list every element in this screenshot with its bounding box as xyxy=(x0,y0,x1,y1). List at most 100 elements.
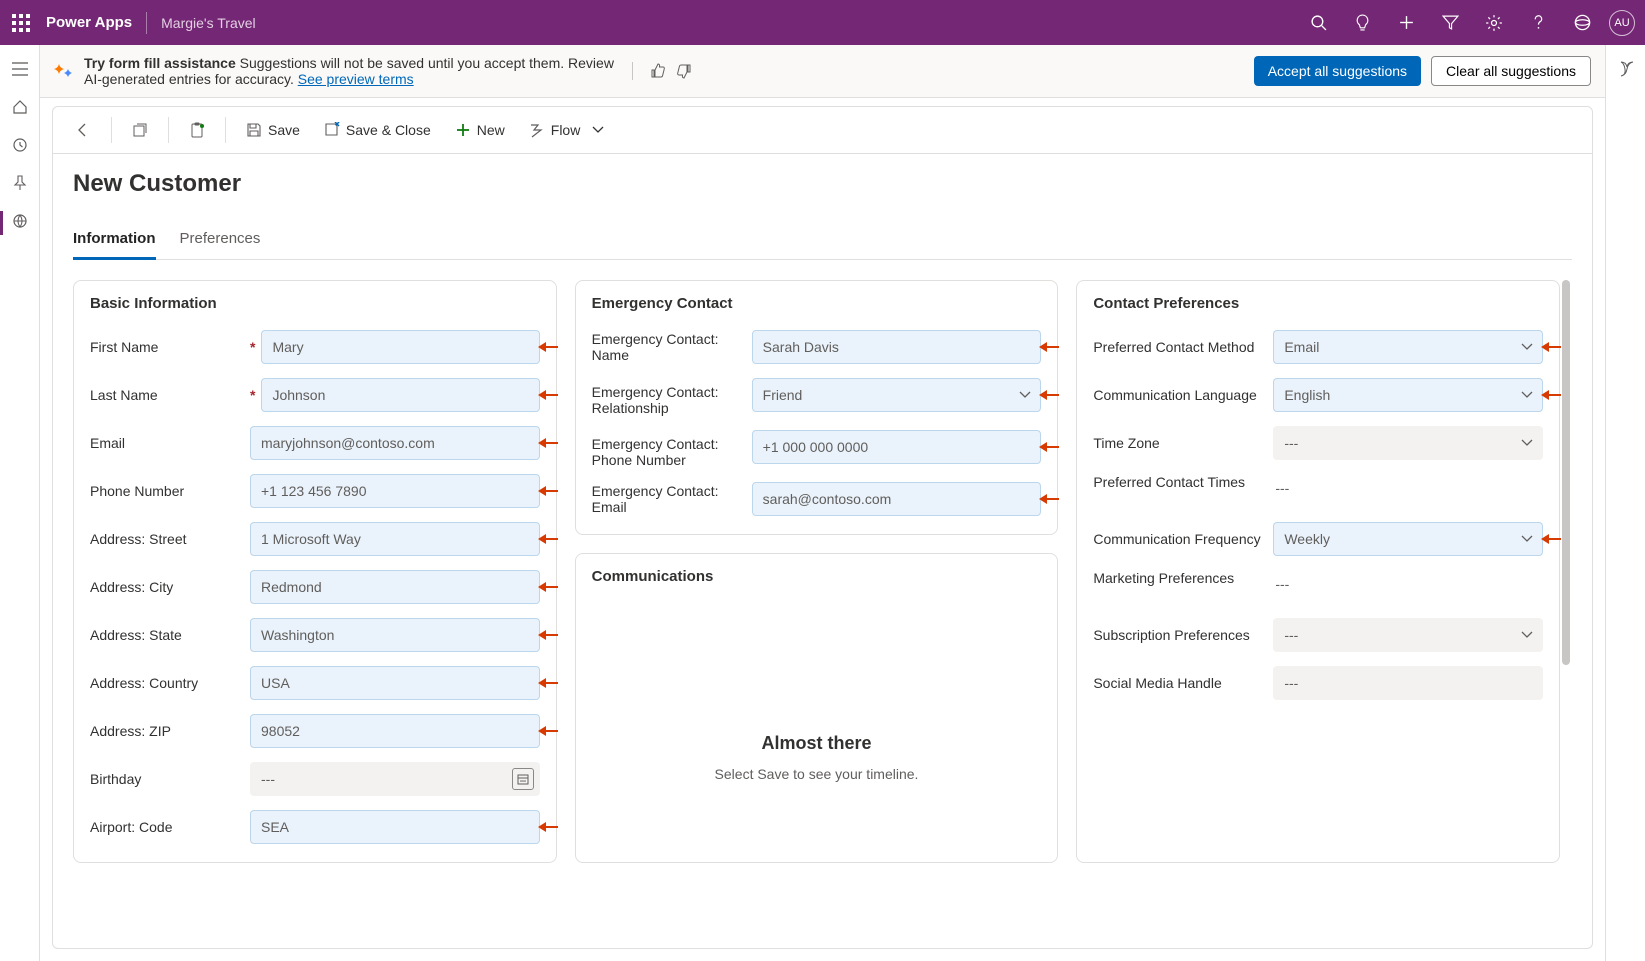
avatar[interactable]: AU xyxy=(1609,10,1635,36)
emergency-phone-input[interactable] xyxy=(752,430,1042,464)
tab-preferences[interactable]: Preferences xyxy=(180,224,261,259)
app-title: Power Apps xyxy=(46,14,132,31)
global-header: Power Apps Margie's Travel AU xyxy=(0,0,1645,45)
airport-code-input[interactable] xyxy=(250,810,540,844)
recent-icon[interactable] xyxy=(10,135,30,155)
field-label: Address: Street xyxy=(90,531,250,547)
time-zone-select[interactable] xyxy=(1273,426,1543,460)
left-nav-rail xyxy=(0,45,40,961)
preferred-contact-times-value: --- xyxy=(1273,474,1289,496)
open-record-set-button[interactable] xyxy=(122,116,158,144)
street-input[interactable] xyxy=(250,522,540,556)
home-icon[interactable] xyxy=(10,97,30,117)
social-media-handle-input[interactable] xyxy=(1273,666,1543,700)
help-icon[interactable] xyxy=(1521,6,1555,40)
save-button[interactable]: Save xyxy=(236,116,310,144)
birthday-input[interactable] xyxy=(250,762,540,796)
preview-terms-link[interactable]: See preview terms xyxy=(298,71,414,87)
thumbs-up-icon[interactable] xyxy=(647,60,669,82)
preferred-contact-method-select[interactable] xyxy=(1273,330,1543,364)
tab-information[interactable]: Information xyxy=(73,224,156,259)
section-title: Contact Preferences xyxy=(1093,295,1543,312)
field-label: Time Zone xyxy=(1093,435,1273,451)
zip-input[interactable] xyxy=(250,714,540,748)
command-bar: Save Save & Close New Flow xyxy=(52,106,1593,154)
country-input[interactable] xyxy=(250,666,540,700)
emergency-relationship-select[interactable] xyxy=(752,378,1042,412)
form-page: New Customer Information Preferences Bas… xyxy=(52,154,1593,949)
suggestion-arrow-icon xyxy=(1039,441,1059,453)
new-button[interactable]: New xyxy=(445,116,515,144)
subscription-preferences-select[interactable] xyxy=(1273,618,1543,652)
lightbulb-icon[interactable] xyxy=(1345,6,1379,40)
field-label: Email xyxy=(90,435,250,451)
field-label: Address: Country xyxy=(90,675,250,691)
scrollbar[interactable] xyxy=(1562,280,1570,665)
flow-button[interactable]: Flow xyxy=(519,116,615,144)
copilot-icon[interactable] xyxy=(1615,59,1637,81)
gear-icon[interactable] xyxy=(1477,6,1511,40)
field-label: Emergency Contact: Email xyxy=(592,483,752,515)
field-label: Communication Frequency xyxy=(1093,531,1273,547)
model-app-name[interactable]: Margie's Travel xyxy=(161,15,255,31)
first-name-input[interactable] xyxy=(261,330,539,364)
plus-icon[interactable] xyxy=(1389,6,1423,40)
required-marker: * xyxy=(250,339,255,355)
last-name-input[interactable] xyxy=(261,378,539,412)
section-title: Emergency Contact xyxy=(592,295,1042,312)
main-region: Try form fill assistance Suggestions wil… xyxy=(40,45,1605,961)
section-contact-preferences: Contact Preferences Preferred Contact Me… xyxy=(1076,280,1560,863)
info-bar-text: Try form fill assistance Suggestions wil… xyxy=(84,55,622,87)
emergency-email-input[interactable] xyxy=(752,482,1042,516)
app-launcher-icon[interactable] xyxy=(10,12,32,34)
hamburger-icon[interactable] xyxy=(10,59,30,79)
field-label: Preferred Contact Method xyxy=(1093,339,1273,355)
field-label: Birthday xyxy=(90,771,250,787)
field-label: Emergency Contact: Phone Number xyxy=(592,430,752,468)
section-title: Communications xyxy=(592,568,1042,585)
field-label: Communication Language xyxy=(1093,387,1273,403)
emergency-name-input[interactable] xyxy=(752,330,1042,364)
field-label: First Name xyxy=(90,339,250,355)
calendar-icon[interactable] xyxy=(512,768,534,790)
field-label: Airport: Code xyxy=(90,819,250,835)
clear-all-suggestions-button[interactable]: Clear all suggestions xyxy=(1431,56,1591,86)
suggestion-arrow-icon xyxy=(538,677,558,689)
state-input[interactable] xyxy=(250,618,540,652)
save-and-close-button[interactable]: Save & Close xyxy=(314,116,441,144)
paste-button[interactable] xyxy=(179,116,215,144)
copilot-sparkle-icon xyxy=(54,61,74,81)
communication-language-select[interactable] xyxy=(1273,378,1543,412)
email-input[interactable] xyxy=(250,426,540,460)
marketing-preferences-value: --- xyxy=(1273,570,1289,592)
suggestion-arrow-icon xyxy=(538,437,558,449)
suggestion-arrow-icon xyxy=(538,725,558,737)
field-label: Emergency Contact: Relationship xyxy=(592,378,752,416)
globe-icon[interactable] xyxy=(10,211,30,231)
suggestion-arrow-icon xyxy=(1039,341,1059,353)
field-label: Last Name xyxy=(90,387,250,403)
divider xyxy=(146,12,147,34)
suggestion-arrow-icon xyxy=(538,821,558,833)
back-button[interactable] xyxy=(65,116,101,144)
city-input[interactable] xyxy=(250,570,540,604)
accept-all-suggestions-button[interactable]: Accept all suggestions xyxy=(1254,56,1421,86)
suggestion-arrow-icon xyxy=(1541,341,1561,353)
search-icon[interactable] xyxy=(1301,6,1335,40)
timeline-empty-message: Select Save to see your timeline. xyxy=(612,766,1022,782)
suggestion-arrow-icon xyxy=(538,533,558,545)
field-label: Address: ZIP xyxy=(90,723,250,739)
suggestion-arrow-icon xyxy=(538,581,558,593)
suggestion-arrow-icon xyxy=(538,389,558,401)
required-marker: * xyxy=(250,387,255,403)
section-emergency-contact: Emergency Contact Emergency Contact: Nam… xyxy=(575,280,1059,535)
communication-frequency-select[interactable] xyxy=(1273,522,1543,556)
phone-input[interactable] xyxy=(250,474,540,508)
suggestion-arrow-icon xyxy=(1039,493,1059,505)
pin-icon[interactable] xyxy=(10,173,30,193)
timeline-empty-title: Almost there xyxy=(612,733,1022,754)
filter-icon[interactable] xyxy=(1433,6,1467,40)
field-label: Address: State xyxy=(90,627,250,643)
thumbs-down-icon[interactable] xyxy=(673,60,695,82)
environment-icon[interactable] xyxy=(1565,6,1599,40)
